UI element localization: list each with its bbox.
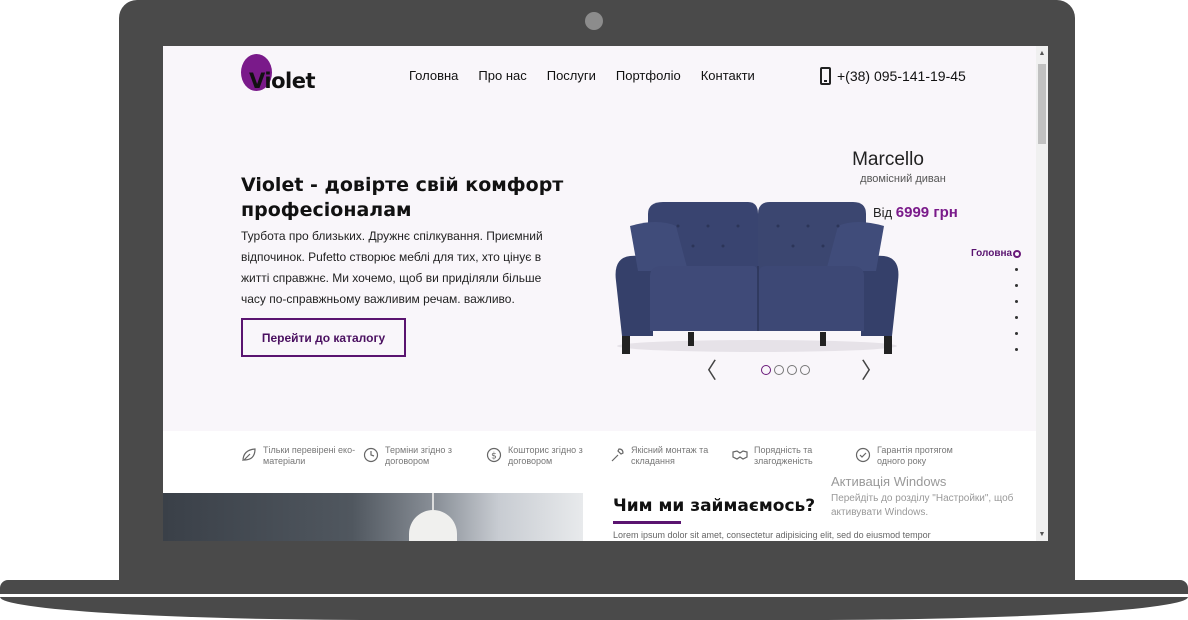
svg-text:$: $ <box>491 452 497 462</box>
side-nav-dot[interactable] <box>1015 300 1018 303</box>
website-page: Violet Головна Про нас Послуги Портфоліо… <box>163 46 1036 541</box>
phone-icon <box>820 67 831 85</box>
check-shield-icon <box>855 447 871 463</box>
hero-title: Violet - довірте свій комфорт професіона… <box>241 174 564 221</box>
section-underline <box>613 521 681 524</box>
side-nav-dot[interactable] <box>1015 268 1018 271</box>
slider-dot-2[interactable] <box>774 365 784 375</box>
side-nav-label[interactable]: Головна <box>971 248 1012 259</box>
product-subtitle: двомісний диван <box>860 173 946 185</box>
laptop-base <box>0 580 1188 594</box>
scroll-thumb[interactable] <box>1038 64 1046 144</box>
section-title: Чим ми займаємось? <box>613 496 816 516</box>
leaf-icon <box>242 448 256 462</box>
windows-activation-title: Активація Windows <box>831 474 947 489</box>
phone-contact[interactable]: +(38) 095-141-19-45 <box>820 67 966 85</box>
handshake-icon <box>732 450 748 460</box>
nav-item-contacts[interactable]: Контакти <box>701 68 755 83</box>
hero-text: Турбота про близьких. Дружнє спілкування… <box>241 229 543 306</box>
side-nav-active-dot[interactable] <box>1013 250 1021 258</box>
laptop-base-bottom <box>0 597 1188 620</box>
interior-photo <box>163 493 583 541</box>
scroll-up-icon[interactable]: ▲ <box>1036 48 1048 60</box>
nav-item-about[interactable]: Про нас <box>478 68 526 83</box>
nav-item-home[interactable]: Головна <box>409 68 458 83</box>
feature-text: Порядність та злагодженість <box>754 445 813 466</box>
scroll-down-icon[interactable]: ▼ <box>1036 529 1048 541</box>
browser-viewport: Violet Головна Про нас Послуги Портфоліо… <box>163 46 1048 541</box>
sofa-image <box>615 202 899 354</box>
phone-number: +(38) 095-141-19-45 <box>837 68 966 84</box>
logo-text: Violet <box>249 69 316 93</box>
scrollbar[interactable]: ▲ ▼ <box>1036 46 1048 541</box>
slider-dot-4[interactable] <box>800 365 810 375</box>
side-nav-dot[interactable] <box>1015 332 1018 335</box>
lamp <box>409 510 457 541</box>
slider-dot-1[interactable] <box>761 365 771 375</box>
slider-dots <box>761 365 810 375</box>
lamp-cord <box>432 493 434 510</box>
feature-warranty: Гарантія протягом одного року <box>855 445 972 467</box>
laptop-mockup: Violet Головна Про нас Послуги Портфоліо… <box>0 0 1188 620</box>
chevron-right-icon[interactable]: 〉 <box>861 360 883 382</box>
feature-text: Якісний монтаж та складання <box>631 445 709 466</box>
slider-dot-3[interactable] <box>787 365 797 375</box>
catalog-button[interactable]: Перейти до каталогу <box>241 318 406 357</box>
feature-terms: Терміни згідно з договором <box>363 445 480 467</box>
main-nav: Головна Про нас Послуги Портфоліо Контак… <box>409 68 755 83</box>
feature-estimate: $ Кошторис згідно з договором <box>486 445 603 467</box>
side-nav-dot[interactable] <box>1015 316 1018 319</box>
wrench-icon <box>611 448 624 462</box>
feature-text: Кошторис згідно з договором <box>508 445 583 466</box>
side-nav-dot[interactable] <box>1015 348 1018 351</box>
feature-text: Тільки перевірені еко-матеріали <box>263 445 356 466</box>
camera <box>585 12 603 30</box>
side-nav-dot[interactable] <box>1015 284 1018 287</box>
clock-icon <box>363 447 379 463</box>
logo[interactable]: Violet <box>241 54 321 94</box>
windows-activation-text: Перейдіть до розділу "Настройки", щоб ак… <box>831 493 1014 518</box>
section-text: Lorem ipsum dolor sit amet, consectetur … <box>613 530 931 540</box>
nav-item-portfolio[interactable]: Портфоліо <box>616 68 681 83</box>
dollar-icon: $ <box>486 447 502 463</box>
product-name: Marcello <box>852 149 924 170</box>
feature-text: Терміни згідно з договором <box>385 445 452 466</box>
feature-assembly: Якісний монтаж та складання <box>609 445 726 467</box>
feature-eco: Тільки перевірені еко-матеріали <box>241 445 358 467</box>
feature-integrity: Порядність та злагодженість <box>732 445 849 467</box>
feature-text: Гарантія протягом одного року <box>877 445 953 466</box>
chevron-left-icon[interactable]: 〈 <box>695 360 717 382</box>
nav-item-services[interactable]: Послуги <box>547 68 596 83</box>
